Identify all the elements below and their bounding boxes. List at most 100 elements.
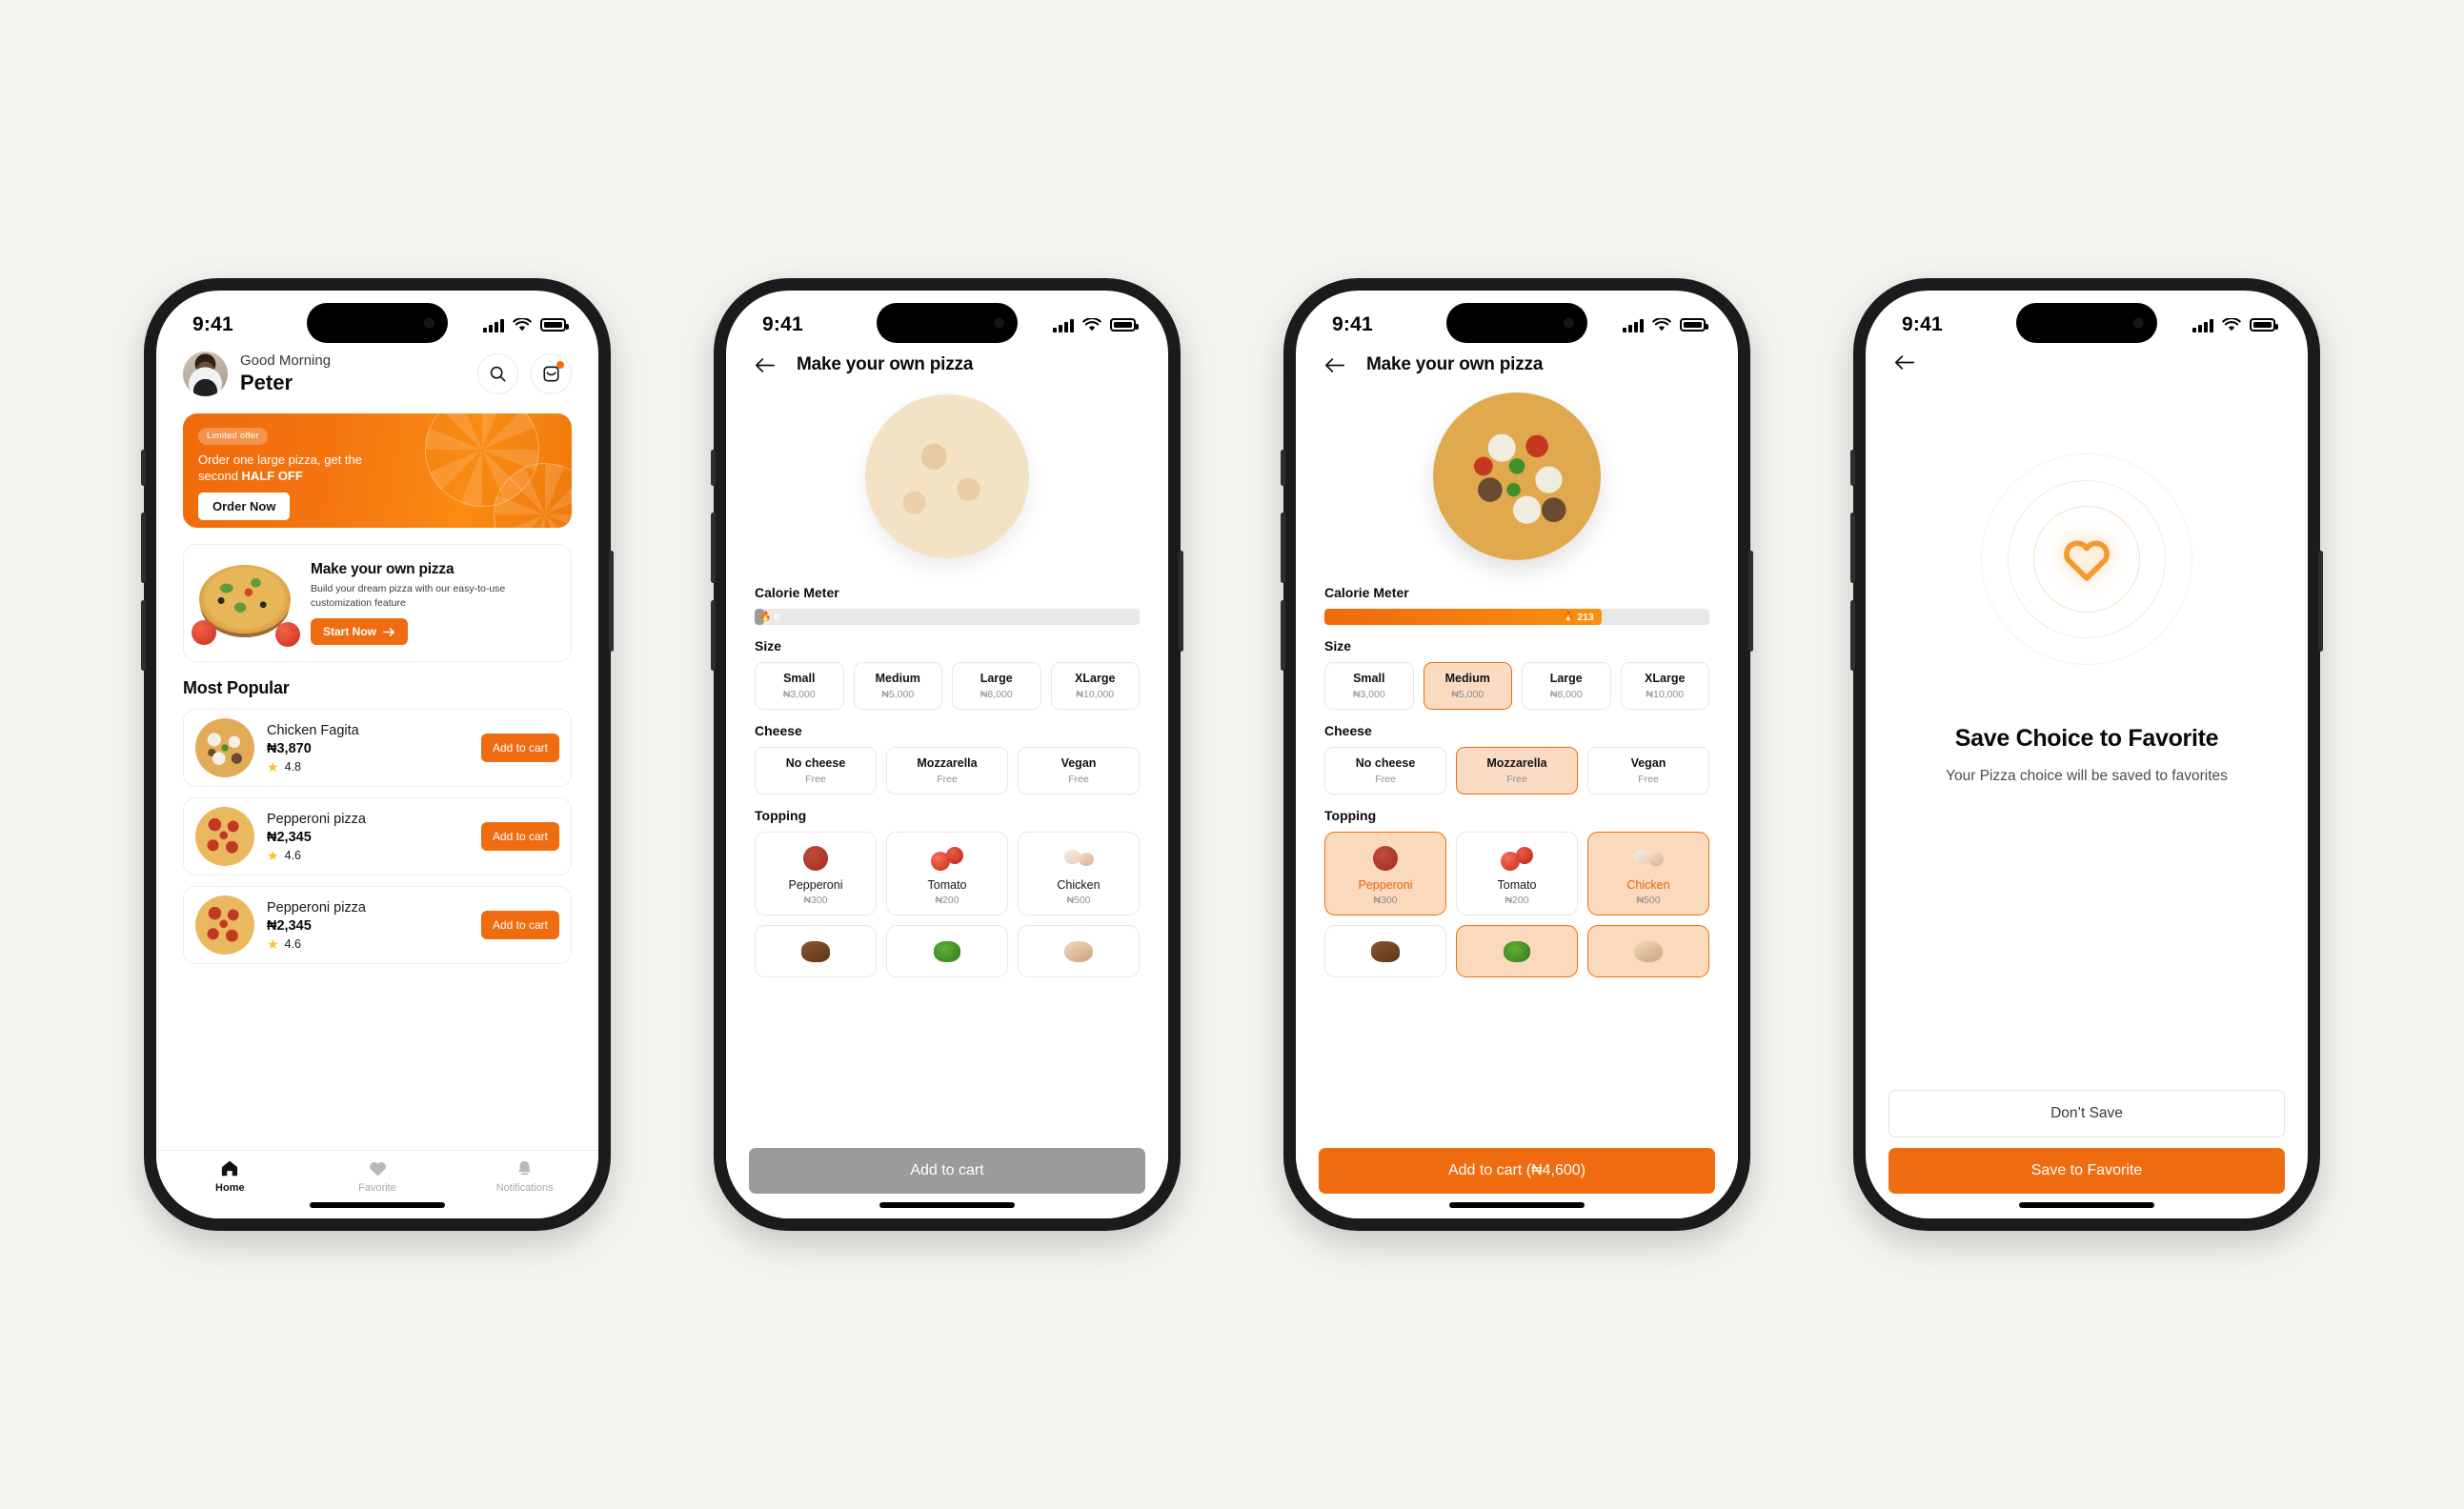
topping-options-row-1: Pepperoni ₦300 Tomato ₦200 Chicken ₦500 [1324, 832, 1709, 915]
add-to-cart-button[interactable]: Add to cart [480, 822, 559, 851]
status-bar: 9:41 [726, 291, 1168, 346]
topping-name: Chicken [1057, 878, 1101, 892]
option-name: Vegan [1060, 756, 1097, 770]
page-title: Make your own pizza [1366, 354, 1544, 374]
volume-up-button[interactable] [1850, 513, 1855, 583]
topping-options-row-2 [1324, 925, 1709, 977]
topping-name: Tomato [1497, 878, 1537, 892]
arrow-left-icon[interactable] [1324, 357, 1345, 373]
avatar[interactable] [183, 352, 228, 396]
topping-option-tomato[interactable]: Tomato ₦200 [886, 832, 1008, 915]
volume-up-button[interactable] [711, 513, 716, 583]
topping-option-beef[interactable] [755, 925, 877, 977]
order-now-button[interactable]: Order Now [198, 493, 291, 521]
cheese-option-vegan[interactable]: Vegan Free [1587, 747, 1709, 795]
battery-icon [1110, 318, 1139, 332]
search-button[interactable] [477, 353, 518, 394]
pepperoni-icon [1327, 842, 1444, 875]
topping-option-pepperoni[interactable]: Pepperoni ₦300 [755, 832, 877, 915]
size-option-small[interactable]: Small ₦3,000 [755, 662, 844, 710]
phone-frame-save-favorite: 9:41 Save Choice to Favorite Your Pizza … [1850, 278, 2323, 1231]
topping-option-tomato[interactable]: Tomato ₦200 [1456, 832, 1578, 915]
cheese-option-mozzarella[interactable]: Mozzarella Free [886, 747, 1008, 795]
volume-down-button[interactable] [1850, 600, 1855, 671]
home-indicator [310, 1202, 445, 1208]
topping-option-pepperoni[interactable]: Pepperoni ₦300 [1324, 832, 1446, 915]
topping-price: ₦200 [935, 895, 959, 906]
cheese-option-vegan[interactable]: Vegan Free [1018, 747, 1140, 795]
option-name: Small [783, 672, 816, 685]
tomato-icon [1459, 842, 1575, 875]
topping-options-row-1: Pepperoni ₦300 Tomato ₦200 Chicken ₦500 [755, 832, 1140, 915]
cheese-option-mozzarella[interactable]: Mozzarella Free [1456, 747, 1578, 795]
add-to-cart-button[interactable]: Add to cart [749, 1148, 1145, 1194]
product-info: Pepperoni pizza ₦2,345 ★ 4.6 [267, 812, 469, 862]
dont-save-button[interactable]: Don’t Save [1888, 1090, 2285, 1137]
option-name: Medium [1444, 672, 1490, 685]
heart-pulse-animation [1976, 449, 2197, 670]
bell-icon [518, 1160, 532, 1176]
topping-option-mushroom[interactable] [1018, 925, 1140, 977]
front-camera-icon [2133, 317, 2144, 329]
sidebar-item-home[interactable]: Home [156, 1159, 304, 1194]
wifi-icon [513, 317, 532, 331]
size-option-large[interactable]: Large ₦8,000 [1522, 662, 1611, 710]
topping-option-mushroom[interactable] [1587, 925, 1709, 977]
add-to-cart-button[interactable]: Add to cart [480, 734, 559, 762]
size-option-medium[interactable]: Medium ₦5,000 [1423, 662, 1512, 710]
size-option-xlarge[interactable]: XLarge ₦10,000 [1050, 662, 1140, 710]
front-camera-icon [994, 317, 1004, 329]
option-price: Free [1068, 774, 1089, 785]
volume-down-button[interactable] [711, 600, 716, 671]
size-option-xlarge[interactable]: XLarge ₦10,000 [1620, 662, 1709, 710]
tab-label: Notifications [495, 1182, 554, 1194]
product-image [195, 807, 254, 866]
volume-down-button[interactable] [1281, 600, 1285, 671]
save-to-favorite-button[interactable]: Save to Favorite [1888, 1148, 2285, 1194]
status-time: 9:41 [1332, 313, 1373, 335]
page-title: Save Choice to Favorite [1954, 725, 2219, 752]
topping-price: ₦300 [1373, 895, 1398, 906]
start-now-button[interactable]: Start Now [311, 618, 409, 646]
promo-banner[interactable]: Limited offer Order one large pizza, get… [183, 413, 572, 528]
topping-option-beef[interactable] [1324, 925, 1446, 977]
add-to-cart-button[interactable]: Add to cart (₦4,600) [1319, 1148, 1715, 1194]
table-row[interactable]: Pepperoni pizza ₦2,345 ★ 4.6 Add to cart [183, 797, 572, 875]
cheese-option-no-cheese[interactable]: No cheese Free [1324, 747, 1446, 795]
cheese-options: No cheese Free Mozzarella Free Vegan Free [755, 747, 1140, 795]
volume-up-button[interactable] [141, 513, 146, 583]
size-option-small[interactable]: Small ₦3,000 [1324, 662, 1414, 710]
arrow-left-icon[interactable] [1894, 354, 1915, 371]
option-price: ₦8,000 [1549, 689, 1583, 700]
option-price: ₦8,000 [980, 689, 1013, 700]
volume-up-button[interactable] [1281, 513, 1285, 583]
cheese-label: Cheese [755, 723, 802, 738]
make-your-own-pizza-card[interactable]: Make your own pizza Build your dream piz… [183, 544, 572, 662]
table-row[interactable]: Pepperoni pizza ₦2,345 ★ 4.6 Add to cart [183, 886, 572, 964]
sidebar-item-notifications[interactable]: Notifications [451, 1159, 598, 1194]
home-icon [222, 1160, 238, 1177]
status-bar: 9:41 [1866, 291, 2308, 346]
table-row[interactable]: Chicken Fagita ₦3,870 ★ 4.8 Add to cart [183, 709, 572, 787]
arrow-left-icon[interactable] [755, 357, 776, 373]
topping-option-broccoli[interactable] [886, 925, 1008, 977]
phone-frame-builder-empty: 9:41 Make your own pizza Calorie Meter 🔥… [711, 278, 1183, 1231]
rating-value: 4.8 [284, 759, 301, 774]
topping-option-broccoli[interactable] [1456, 925, 1578, 977]
topping-option-chicken[interactable]: Chicken ₦500 [1018, 832, 1140, 915]
calorie-value: 213 [1577, 611, 1594, 623]
sidebar-item-favorite[interactable]: Favorite [304, 1159, 452, 1194]
wifi-icon [2222, 317, 2241, 331]
size-option-large[interactable]: Large ₦8,000 [952, 662, 1041, 710]
cheese-option-no-cheese[interactable]: No cheese Free [755, 747, 877, 795]
size-label: Size [755, 638, 782, 654]
tomato-decor-2 [275, 622, 300, 647]
screen-builder-filled: 9:41 Make your own pizza Calorie Meter 🔥… [1296, 291, 1738, 1218]
product-image [195, 718, 254, 777]
topping-option-chicken[interactable]: Chicken ₦500 [1587, 832, 1709, 915]
status-bar: 9:41 [1296, 291, 1738, 346]
size-option-medium[interactable]: Medium ₦5,000 [853, 662, 942, 710]
volume-down-button[interactable] [141, 600, 146, 671]
inbox-button[interactable] [531, 353, 572, 394]
add-to-cart-button[interactable]: Add to cart [480, 911, 559, 939]
